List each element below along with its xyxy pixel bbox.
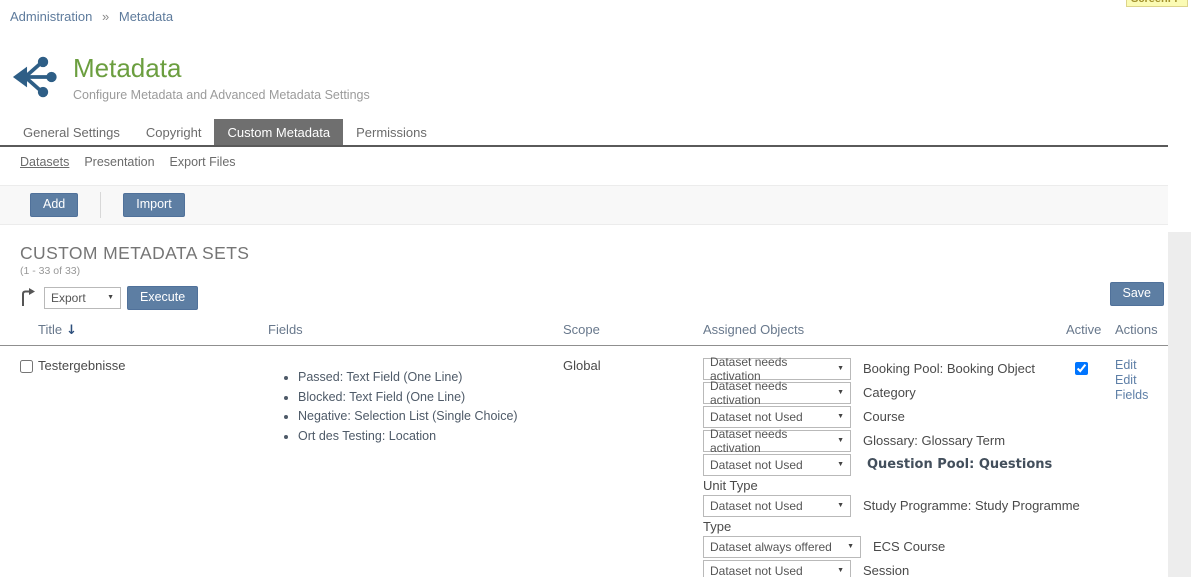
screen-capture-tooltip: ScreenFl [1126, 0, 1188, 8]
sort-descending-icon[interactable]: ↓ [66, 323, 77, 338]
assigned-object-label-type: Type [703, 519, 1063, 534]
chevron-down-icon: ▼ [837, 365, 844, 372]
field-item: Ort des Testing: Location [298, 427, 563, 446]
row-title: Testergebnisse [38, 358, 268, 577]
column-header-active: Active [1063, 322, 1113, 337]
chevron-down-icon: ▼ [837, 502, 844, 509]
row-select-checkbox[interactable] [20, 360, 33, 373]
page-content: Administration » Metadata Metadata Confi… [0, 0, 1168, 577]
table-header-row: Title ↓ Fields Scope Assigned Objects Act… [0, 316, 1168, 346]
subtab-presentation[interactable]: Presentation [84, 155, 154, 169]
column-header-assigned-objects: Assigned Objects [703, 322, 1063, 337]
metadata-icon [12, 56, 59, 98]
chevron-down-icon: ▼ [847, 543, 854, 550]
subtab-datasets[interactable]: Datasets [20, 155, 69, 169]
table-command-row: Export ▼ Execute Save [20, 286, 1168, 310]
result-range: (1 - 33 of 33) [20, 265, 1168, 277]
assigned-object-label: Course [863, 409, 905, 424]
page-header: Metadata Configure Metadata and Advanced… [12, 54, 1168, 102]
chevron-down-icon: ▼ [837, 413, 844, 420]
field-item: Negative: Selection List (Single Choice) [298, 407, 563, 426]
assigned-object-label-unit-type: Unit Type [703, 478, 1063, 493]
column-header-actions: Actions [1113, 322, 1168, 337]
assignment-select-category[interactable]: Dataset needs activation▼ [703, 382, 851, 404]
assigned-object-label: Study Programme: Study Programme [863, 498, 1080, 513]
section-title: CUSTOM METADATA SETS [20, 243, 1168, 264]
field-item: Passed: Text Field (One Line) [298, 368, 563, 387]
assigned-object-label: Session [863, 563, 909, 577]
assigned-object-label: Category [863, 385, 916, 400]
tab-custom-metadata[interactable]: Custom Metadata [214, 119, 343, 145]
subtab-bar: Datasets Presentation Export Files [0, 147, 1168, 176]
assignment-select-booking-pool[interactable]: Dataset needs activation▼ [703, 358, 851, 380]
breadcrumb: Administration » Metadata [0, 0, 1168, 24]
edit-fields-link[interactable]: Edit Fields [1115, 373, 1157, 402]
table-row: Testergebnisse Passed: Text Field (One L… [0, 346, 1168, 577]
chevron-down-icon: ▼ [837, 461, 844, 468]
tab-copyright[interactable]: Copyright [133, 119, 215, 145]
assigned-objects-cell: Dataset needs activation▼ Booking Pool: … [703, 358, 1063, 577]
chevron-down-icon: ▼ [107, 294, 114, 301]
chevron-down-icon: ▼ [837, 389, 844, 396]
assignment-select-course[interactable]: Dataset not Used▼ [703, 406, 851, 428]
apply-arrow-icon [20, 288, 35, 307]
import-button[interactable]: Import [123, 193, 184, 217]
assignment-select-question-pool[interactable]: Dataset not Used▼ [703, 454, 851, 476]
assigned-object-label: Booking Pool: Booking Object [863, 361, 1035, 376]
field-item: Blocked: Text Field (One Line) [298, 388, 563, 407]
row-active-checkbox[interactable] [1075, 362, 1088, 375]
execute-button[interactable]: Execute [127, 286, 198, 310]
chevron-down-icon: ▼ [837, 437, 844, 444]
assigned-object-label: Question Pool: Questions [867, 457, 1052, 472]
page-subtitle: Configure Metadata and Advanced Metadata… [73, 88, 370, 102]
assignment-select-session[interactable]: Dataset not Used▼ [703, 560, 851, 577]
bulk-action-selected-value: Export [51, 291, 86, 305]
bulk-action-select[interactable]: Export ▼ [44, 287, 121, 309]
actions-cell: Edit Edit Fields [1113, 358, 1168, 577]
breadcrumb-separator: » [102, 9, 109, 24]
row-scope: Global [563, 358, 703, 577]
add-button[interactable]: Add [30, 193, 78, 217]
toolbar: Add Import [0, 185, 1168, 225]
column-header-fields: Fields [268, 322, 563, 337]
assignment-select-ecs-course[interactable]: Dataset always offered▼ [703, 536, 861, 558]
title-header-label[interactable]: Title [38, 322, 62, 337]
tab-bar: General Settings Copyright Custom Metada… [0, 119, 1168, 147]
breadcrumb-metadata-link[interactable]: Metadata [119, 9, 173, 24]
chevron-down-icon: ▼ [837, 567, 844, 574]
save-button[interactable]: Save [1110, 282, 1165, 306]
assignment-select-glossary[interactable]: Dataset needs activation▼ [703, 430, 851, 452]
edit-link[interactable]: Edit [1115, 358, 1157, 372]
tab-general-settings[interactable]: General Settings [10, 119, 133, 145]
toolbar-divider [100, 192, 101, 218]
page-background-strip [1168, 232, 1191, 577]
assignment-select-study-programme[interactable]: Dataset not Used▼ [703, 495, 851, 517]
breadcrumb-administration-link[interactable]: Administration [10, 9, 92, 24]
assigned-object-label: ECS Course [873, 539, 945, 554]
page-title: Metadata [73, 54, 370, 84]
fields-list: Passed: Text Field (One Line) Blocked: T… [268, 368, 563, 446]
subtab-export-files[interactable]: Export Files [170, 155, 236, 169]
column-header-scope: Scope [563, 322, 703, 337]
tab-permissions[interactable]: Permissions [343, 119, 440, 145]
column-header-title: Title ↓ [38, 322, 268, 338]
assigned-object-label: Glossary: Glossary Term [863, 433, 1005, 448]
